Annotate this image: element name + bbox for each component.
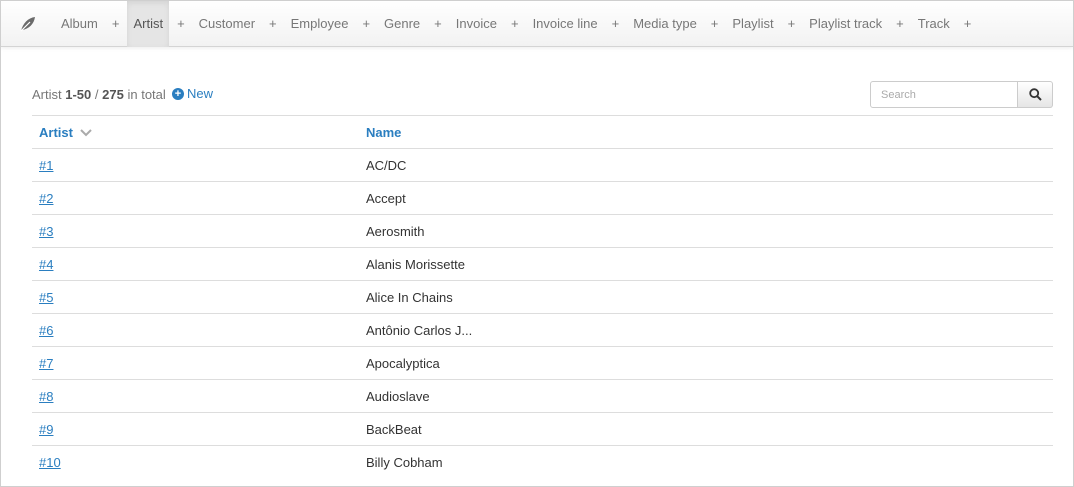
artist-id-cell: #3	[32, 214, 359, 248]
nav-item: Artist +	[127, 1, 192, 47]
nav-item: Playlist +	[726, 1, 803, 47]
nav-item: Invoice line +	[527, 1, 628, 47]
artist-id-cell: #8	[32, 379, 359, 413]
nav-item: Invoice +	[450, 1, 527, 47]
nav-link-customer[interactable]: Customer	[193, 1, 261, 47]
artist-id-link[interactable]: #1	[39, 158, 53, 173]
nav-item: Customer +	[193, 1, 285, 47]
nav-add-track-button[interactable]: +	[956, 16, 980, 31]
summary-separator: /	[94, 87, 99, 102]
artist-name-cell: Audioslave	[359, 379, 1053, 413]
table-row: #2 Accept	[32, 181, 1053, 215]
nav-link-track[interactable]: Track	[912, 1, 956, 47]
nav-link-playlist[interactable]: Playlist	[726, 1, 779, 47]
nav-item: Album +	[55, 1, 127, 47]
artist-name-cell: Aerosmith	[359, 214, 1053, 248]
nav-add-album-button[interactable]: +	[104, 16, 128, 31]
column-header-name-label: Name	[366, 124, 402, 140]
search-input[interactable]	[870, 81, 1018, 108]
artist-id-link[interactable]: #6	[39, 323, 53, 338]
nav-list: Album + Artist + Customer + Employee + Genre + Inv…	[55, 1, 979, 47]
table-row: #9 BackBeat	[32, 412, 1053, 446]
summary-total: 275	[102, 87, 124, 102]
nav-add-invoice-button[interactable]: +	[503, 16, 527, 31]
table-row: #3 Aerosmith	[32, 214, 1053, 248]
artist-id-cell: #9	[32, 412, 359, 446]
nav-add-playlist-button[interactable]: +	[780, 16, 804, 31]
nav-link-invoice-line[interactable]: Invoice line	[527, 1, 604, 47]
artist-table: Artist Name #1 AC/DC #2 Accept #3 Aerosmith #4…	[32, 115, 1053, 479]
artist-name-cell: BackBeat	[359, 412, 1053, 446]
artist-id-link[interactable]: #4	[39, 257, 53, 272]
nav-item: Playlist track +	[803, 1, 912, 47]
search-form	[870, 81, 1053, 108]
nav-item: Track +	[912, 1, 980, 47]
top-navbar: Album + Artist + Customer + Employee + Genre + Inv…	[1, 1, 1073, 47]
nav-item: Media type +	[627, 1, 726, 47]
artist-id-cell: #6	[32, 313, 359, 347]
new-label: New	[187, 86, 214, 101]
artist-id-link[interactable]: #9	[39, 422, 53, 437]
artist-name-cell: Billy Cobham	[359, 445, 1053, 479]
artist-name-cell: AC/DC	[359, 148, 1053, 182]
artist-id-cell: #4	[32, 247, 359, 281]
nav-link-album[interactable]: Album	[55, 1, 104, 47]
search-button[interactable]	[1018, 81, 1053, 108]
table-row: #1 AC/DC	[32, 148, 1053, 182]
artist-name-cell: Antônio Carlos J...	[359, 313, 1053, 347]
nav-add-genre-button[interactable]: +	[426, 16, 450, 31]
table-row: #7 Apocalyptica	[32, 346, 1053, 380]
artist-id-link[interactable]: #8	[39, 389, 53, 404]
chevron-down-icon	[79, 129, 92, 137]
table-body: #1 AC/DC #2 Accept #3 Aerosmith #4 Alanis Moris…	[32, 148, 1053, 479]
app-frame: Album + Artist + Customer + Employee + Genre + Inv…	[0, 0, 1074, 487]
artist-name-cell: Apocalyptica	[359, 346, 1053, 380]
artist-id-link[interactable]: #3	[39, 224, 53, 239]
artist-id-cell: #7	[32, 346, 359, 380]
column-header-name[interactable]: Name	[359, 115, 1053, 149]
artist-id-cell: #5	[32, 280, 359, 314]
artist-name-cell: Alanis Morissette	[359, 247, 1053, 281]
nav-add-artist-button[interactable]: +	[169, 16, 193, 31]
artist-id-link[interactable]: #10	[39, 455, 61, 470]
column-header-artist-label: Artist	[39, 124, 73, 140]
nav-link-invoice[interactable]: Invoice	[450, 1, 503, 47]
table-row: #8 Audioslave	[32, 379, 1053, 413]
table-row: #10 Billy Cobham	[32, 445, 1053, 479]
nav-add-customer-button[interactable]: +	[261, 16, 285, 31]
artist-id-link[interactable]: #7	[39, 356, 53, 371]
new-artist-link[interactable]: + New	[172, 86, 213, 101]
table-row: #4 Alanis Morissette	[32, 247, 1053, 281]
summary-range: 1-50	[65, 87, 92, 102]
nav-item: Genre +	[378, 1, 450, 47]
artist-id-link[interactable]: #5	[39, 290, 53, 305]
nav-link-genre[interactable]: Genre	[378, 1, 426, 47]
nav-link-artist[interactable]: Artist	[127, 1, 170, 47]
artist-id-cell: #1	[32, 148, 359, 182]
artist-id-cell: #10	[32, 445, 359, 479]
result-summary: Artist 1-50 / 275 in total	[32, 87, 166, 102]
search-icon	[1028, 88, 1042, 101]
artist-id-cell: #2	[32, 181, 359, 215]
nav-link-playlist-track[interactable]: Playlist track	[803, 1, 888, 47]
leaf-icon[interactable]	[1, 1, 55, 47]
nav-add-playlist-track-button[interactable]: +	[888, 16, 912, 31]
summary-entity: Artist	[32, 87, 62, 102]
table-row: #5 Alice In Chains	[32, 280, 1053, 314]
artist-name-cell: Accept	[359, 181, 1053, 215]
nav-add-invoice-line-button[interactable]: +	[604, 16, 628, 31]
plus-circle-icon: +	[172, 87, 184, 100]
nav-add-employee-button[interactable]: +	[354, 16, 378, 31]
nav-item: Employee +	[285, 1, 378, 47]
artist-name-cell: Alice In Chains	[359, 280, 1053, 314]
column-header-artist[interactable]: Artist	[32, 115, 359, 149]
artist-id-link[interactable]: #2	[39, 191, 53, 206]
table-header-row: Artist Name	[32, 115, 1053, 149]
nav-link-employee[interactable]: Employee	[285, 1, 355, 47]
nav-link-media-type[interactable]: Media type	[627, 1, 703, 47]
table-row: #6 Antônio Carlos J...	[32, 313, 1053, 347]
summary-suffix: in total	[127, 87, 166, 102]
nav-add-media-type-button[interactable]: +	[703, 16, 727, 31]
